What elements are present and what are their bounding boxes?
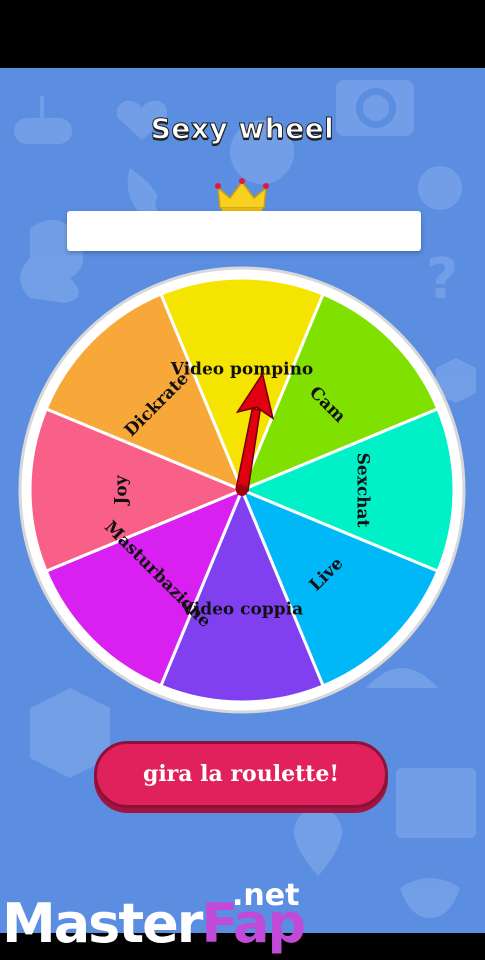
watermark-suffix: .net — [232, 878, 300, 913]
wheel-segment-label: Video pompino — [170, 360, 314, 380]
calendar-icon — [396, 768, 476, 838]
app-screen: ? Sexy wheel Video pompino Cam Sexchat Live… — [0, 68, 485, 933]
roulette-wheel[interactable]: Video pompinoCamSexchatLiveVideo coppiaM… — [18, 266, 466, 714]
wheel-segment-label: Sexchat — [353, 453, 373, 528]
page-title: Sexy wheel — [150, 112, 335, 146]
spin-button[interactable]: gira la roulette! — [94, 741, 388, 808]
result-display — [67, 211, 421, 251]
wheel-segment-label: Joy — [112, 474, 132, 506]
location-pin-icon — [294, 808, 342, 876]
watermark-logo: MasterFap .net — [0, 878, 485, 960]
target-icon — [418, 166, 462, 210]
crown-icon — [215, 178, 269, 214]
